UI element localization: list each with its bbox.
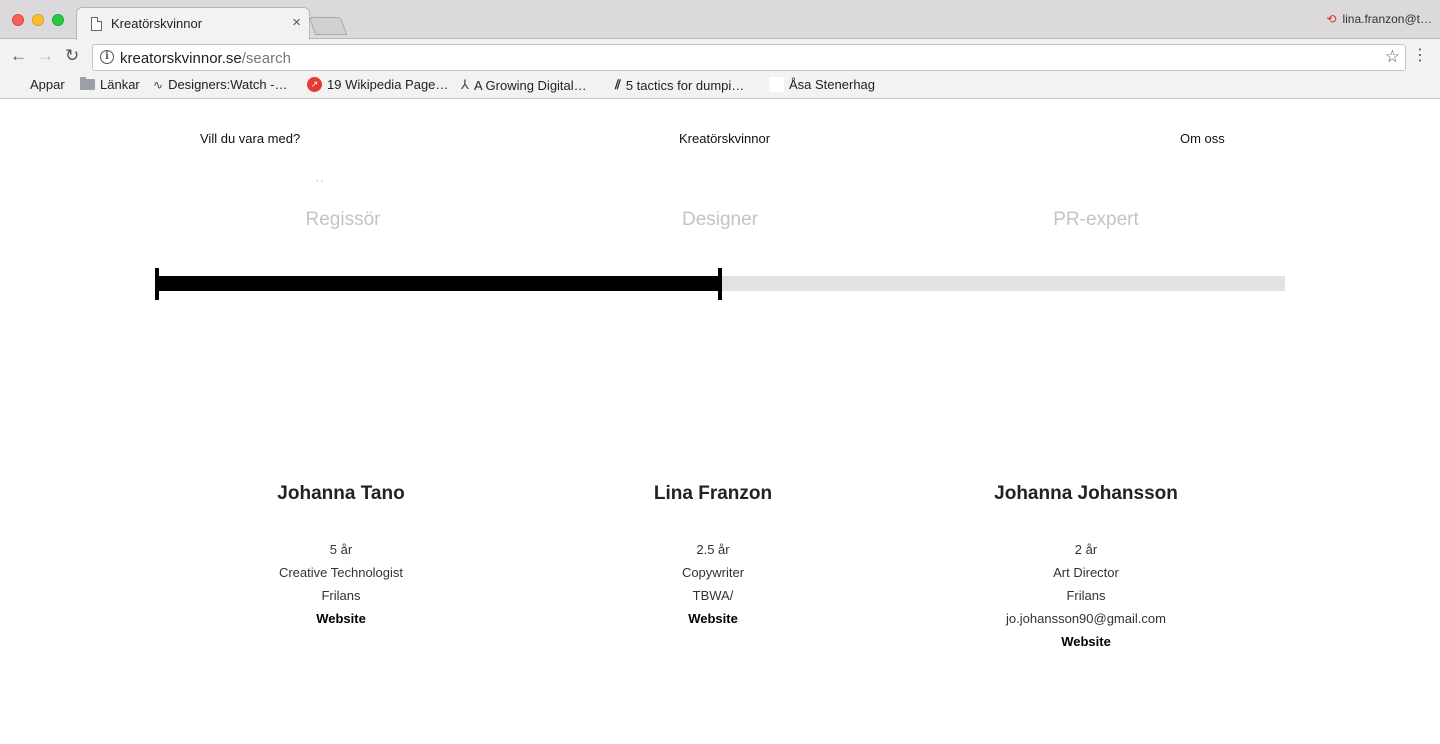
slider-start-handle[interactable] (155, 268, 159, 300)
trending-icon: ↗ (307, 77, 322, 92)
forward-arrow-icon[interactable]: → (37, 46, 54, 66)
browser-toolbar: ← → ↻ i kreatorskvinnor.se/search ☆ ⋮ (0, 40, 1440, 73)
apps-icon (12, 78, 25, 91)
close-tab-icon[interactable]: × (292, 14, 301, 32)
nav-join-link[interactable]: Vill du vara med? (200, 131, 300, 146)
slider-handle[interactable] (718, 268, 722, 300)
bookmark-label: Länkar (100, 77, 140, 92)
profile-title: Art Director (1053, 565, 1119, 580)
profile-card: Johanna Johansson 2 år Art Director Fril… (906, 479, 1266, 653)
page-icon (91, 17, 102, 31)
info-icon[interactable]: i (100, 50, 114, 64)
profile-card: Johanna Tano 5 år Creative Technologist … (161, 479, 521, 630)
wave-icon: ∿ (153, 77, 164, 92)
bookmark-lankar[interactable]: Länkar (80, 77, 140, 92)
slider-fill (155, 276, 720, 291)
profile-employer: Frilans (321, 588, 361, 603)
close-window-button[interactable] (12, 14, 24, 26)
page-content: Vill du vara med? Kreatörskvinnor Om oss… (0, 99, 1440, 744)
profile-experience: 2 år (1074, 542, 1098, 557)
minimize-window-button[interactable] (32, 14, 44, 26)
profile-employer: Frilans (1066, 588, 1106, 603)
browser-chrome: Kreatörskvinnor × ⟲ lina.franzon@t… ← → ↻… (0, 0, 1440, 99)
profile-employer: TBWA/ (692, 588, 734, 603)
address-bar[interactable]: i kreatorskvinnor.se/search ☆ (92, 44, 1406, 71)
bookmark-label: Designers:Watch -… (168, 77, 288, 92)
bookmark-label: Appar (30, 77, 65, 92)
profile-email[interactable]: jo.johansson90@gmail.com (906, 607, 1266, 630)
bookmark-appar[interactable]: Appar (12, 77, 65, 92)
sync-error-icon: ⟲ (1326, 12, 1337, 26)
nav-about-link[interactable]: Om oss (1180, 131, 1225, 146)
blank-page-icon (769, 77, 784, 92)
new-tab-button[interactable] (308, 17, 348, 35)
bookmark-designers-watch[interactable]: ∿ Designers:Watch -… (153, 77, 288, 92)
profile-website-link[interactable]: Website (906, 630, 1266, 653)
profile-website-link[interactable]: Website (161, 607, 521, 630)
profile-name: Johanna Tano (277, 483, 405, 504)
profile-name: lina.franzon@t… (1342, 12, 1432, 26)
bookmark-label: 5 tactics for dumpi… (625, 77, 745, 93)
bookmark-label: 19 Wikipedia Page… (327, 77, 449, 92)
back-arrow-icon[interactable]: ← (10, 46, 27, 66)
folder-icon (80, 77, 95, 90)
profile-title: Copywriter (681, 565, 745, 580)
role-option[interactable]: Designer (682, 209, 758, 231)
profile-name: Johanna Johansson (994, 483, 1178, 504)
profile-website-link[interactable]: Website (533, 607, 893, 630)
bookmark-label: A Growing Digital… (473, 77, 587, 93)
nav-home-link[interactable]: Kreatörskvinnor (679, 131, 770, 146)
url-path: /search (241, 50, 291, 67)
faint-marks: ‚ ‚ (316, 173, 324, 184)
reload-icon[interactable]: ↻ (65, 46, 79, 66)
stripes-icon: ⫽ (615, 77, 621, 92)
tab-title: Kreatörskvinnor (111, 16, 203, 31)
profile-experience: 5 år (329, 542, 353, 557)
tab-kreatorskvinnor[interactable]: Kreatörskvinnor × (76, 7, 310, 40)
bookmark-label: Åsa Stenerhag (789, 77, 876, 92)
url-text[interactable]: kreatorskvinnor.se/search (120, 50, 291, 67)
bookmark-wikipedia[interactable]: ↗ 19 Wikipedia Page… (307, 77, 448, 92)
bookmark-growing-digital[interactable]: ⅄ A Growing Digital… (461, 77, 587, 93)
profile-name: Lina Franzon (653, 483, 773, 504)
profile-card: Lina Franzon 2.5 år Copywriter TBWA/ Web… (533, 479, 893, 630)
url-host: kreatorskvinnor.se (120, 50, 242, 67)
maximize-window-button[interactable] (52, 14, 64, 26)
experience-slider[interactable] (155, 265, 1285, 301)
browser-menu-icon[interactable]: ⋮ (1412, 47, 1428, 65)
role-option[interactable]: Regissör (306, 209, 381, 231)
role-option[interactable]: PR-expert (1053, 209, 1139, 231)
tab-strip: Kreatörskvinnor × ⟲ lina.franzon@t… (0, 0, 1440, 40)
profile-button[interactable]: ⟲ lina.franzon@t… (1326, 12, 1432, 26)
tripod-icon: ⅄ (461, 77, 469, 92)
profile-title: Creative Technologist (278, 565, 404, 580)
bookmarks-bar: Appar Länkar ∿ Designers:Watch -… ↗ 19 W… (0, 73, 1440, 98)
bookmark-asa-stenerhag[interactable]: Åsa Stenerhag (769, 77, 875, 92)
bookmark-star-icon[interactable]: ☆ (1385, 47, 1400, 67)
profile-experience: 2.5 år (696, 542, 730, 557)
bookmark-5-tactics[interactable]: ⫽ 5 tactics for dumpi… (615, 77, 744, 93)
